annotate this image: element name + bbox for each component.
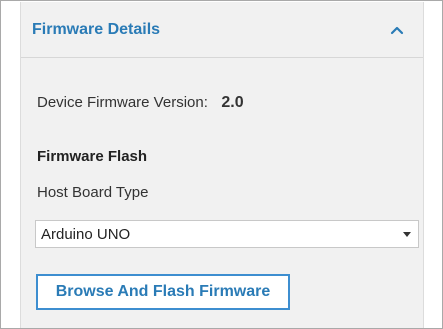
host-board-type-select[interactable]: Arduino UNO <box>35 220 419 248</box>
firmware-flash-title: Firmware Flash <box>37 148 148 165</box>
firmware-details-panel: Firmware Details Device Firmware Version… <box>20 2 424 328</box>
panel-header[interactable]: Firmware Details <box>21 2 423 57</box>
firmware-version-row: Device Firmware Version: 2.0 <box>37 93 244 113</box>
window-frame: Firmware Details Device Firmware Version… <box>0 0 443 329</box>
collapse-button[interactable] <box>387 20 407 40</box>
browse-and-flash-button[interactable]: Browse And Flash Firmware <box>36 274 290 310</box>
firmware-version-label: Device Firmware Version: <box>37 94 208 111</box>
panel-title: Firmware Details <box>32 21 161 38</box>
browse-and-flash-label: Browse And Flash Firmware <box>55 283 271 300</box>
host-board-type-label: Host Board Type <box>37 184 149 201</box>
caret-down-icon <box>402 230 412 238</box>
chevron-up-icon <box>390 26 404 35</box>
firmware-version-value: 2.0 <box>221 94 244 111</box>
host-board-selected-value: Arduino UNO <box>41 226 131 243</box>
header-divider <box>21 57 423 58</box>
